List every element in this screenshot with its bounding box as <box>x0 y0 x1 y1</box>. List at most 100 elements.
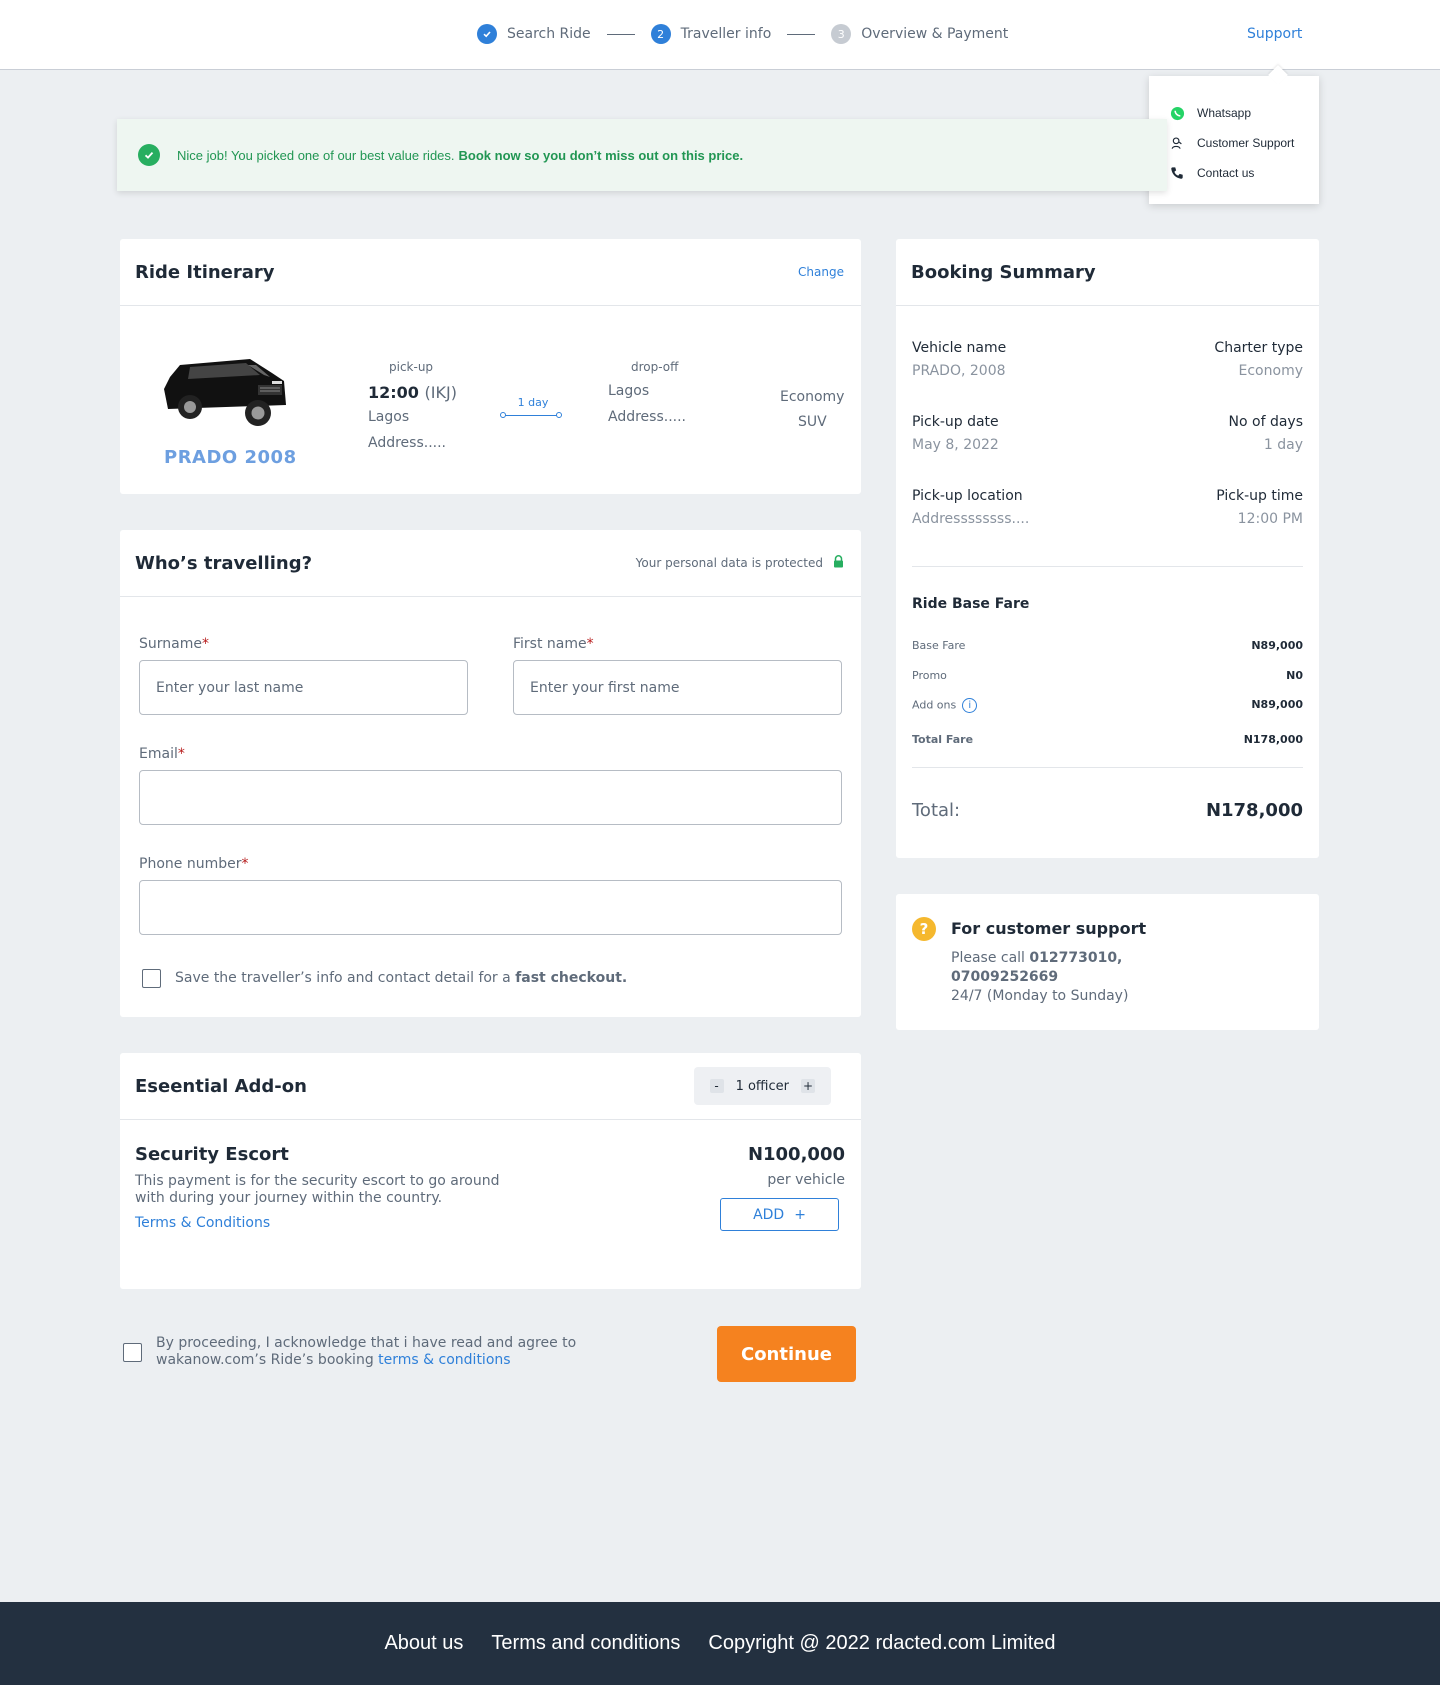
agree-terms-checkbox[interactable] <box>123 1343 142 1362</box>
terms-link[interactable]: terms & conditions <box>378 1352 510 1368</box>
whatsapp-icon <box>1169 105 1185 121</box>
continue-button[interactable]: Continue <box>717 1326 856 1382</box>
surname-label-text: Surname <box>139 636 202 652</box>
addon-terms-link[interactable]: Terms & Conditions <box>135 1215 270 1231</box>
call-prefix: Please call <box>951 950 1025 966</box>
step-overview-payment[interactable]: 3 Overview & Payment <box>831 24 1008 44</box>
fare-title: Ride Base Fare <box>912 596 1030 612</box>
step-traveller-info[interactable]: 2 Traveller info <box>650 24 771 44</box>
add-button-label: ADD <box>753 1206 785 1223</box>
fare-row-base: Base Fare N89,000 <box>912 639 1303 652</box>
vehicle-type: SUV <box>798 414 827 430</box>
required-mark: * <box>241 856 249 872</box>
addon-card: Eseential Add-on - 1 officer + Security … <box>120 1053 861 1289</box>
pickup-city: Lagos <box>368 409 410 425</box>
support-hours: 24/7 (Monday to Sunday) <box>951 988 1129 1004</box>
increment-button[interactable]: + <box>801 1079 815 1093</box>
check-icon <box>477 24 497 44</box>
info-icon[interactable]: i <box>962 698 978 713</box>
card-header: Ride Itinerary Change <box>120 239 861 306</box>
customer-support-card: ? For customer support Please call 01277… <box>896 894 1319 1030</box>
banner-text: Nice job! You picked one of our best val… <box>177 147 455 163</box>
pickup-time-value: 12:00 <box>368 383 419 402</box>
fare-value: N89,000 <box>1251 698 1303 711</box>
footer-terms-link[interactable]: Terms and conditions <box>491 1632 680 1655</box>
support-item-customer-support[interactable]: Customer Support <box>1169 128 1319 158</box>
fare-value: N89,000 <box>1251 639 1303 652</box>
travellers-card: Who’s travelling? Your personal data is … <box>120 530 861 1017</box>
step-search-ride[interactable]: Search Ride <box>477 24 591 44</box>
support-call-line: Please call 012773010, <box>951 949 1122 967</box>
officer-stepper: - 1 officer + <box>693 1067 831 1105</box>
step-label: Search Ride <box>507 26 591 42</box>
summary-key: Charter type <box>1214 340 1303 356</box>
card-title: Eseential Add-on <box>135 1075 307 1097</box>
best-value-banner: Nice job! You picked one of our best val… <box>117 119 1167 191</box>
agreement-label: By proceeding, I acknowledge that i have… <box>156 1335 577 1368</box>
save-info-checkbox[interactable] <box>142 969 161 988</box>
email-label-text: Email <box>139 746 178 762</box>
officer-count: 1 officer <box>735 1078 789 1094</box>
add-addon-button[interactable]: ADD + <box>720 1198 839 1231</box>
vehicle-name: PRADO 2008 <box>164 447 297 468</box>
summary-value: 1 day <box>1263 437 1303 453</box>
summary-value: May 8, 2022 <box>912 437 999 453</box>
support-item-label: Customer Support <box>1197 136 1295 150</box>
fare-label: Add ons <box>912 698 957 712</box>
fare-row-addons: Add ons i N89,000 <box>912 698 1303 713</box>
dropoff-label: drop-off <box>631 360 679 374</box>
step-connector <box>606 33 635 35</box>
charter-class: Economy <box>780 389 845 405</box>
fare-value: N0 <box>1286 669 1303 682</box>
dropoff-address: Address..... <box>608 409 687 425</box>
support-dropdown: Whatsapp Customer Support Contact us <box>1149 76 1319 204</box>
phone-input[interactable] <box>139 880 842 935</box>
summary-left: Vehicle name PRADO, 2008 <box>912 340 1006 379</box>
total-value: N178,000 <box>1205 800 1303 821</box>
phone-label-text: Phone number <box>139 856 242 872</box>
fare-value: N178,000 <box>1243 733 1303 746</box>
summary-key: Vehicle name <box>912 340 1007 356</box>
fare-label: Promo <box>912 669 947 682</box>
dropoff-city: Lagos <box>608 383 650 399</box>
pickup-time: 12:00 (IKJ) <box>368 383 457 402</box>
required-mark: * <box>177 746 185 762</box>
card-title: Booking Summary <box>911 261 1096 283</box>
first-name-input[interactable] <box>513 660 842 715</box>
decrement-button[interactable]: - <box>709 1079 724 1093</box>
footer: About us Terms and conditions Copyright … <box>0 1602 1440 1685</box>
summary-divider <box>912 767 1303 768</box>
summary-value: PRADO, 2008 <box>912 363 1006 379</box>
check-circle-icon <box>138 144 160 166</box>
surname-label: Surname* <box>139 636 209 652</box>
surname-input[interactable] <box>139 660 468 715</box>
headset-icon <box>1169 135 1185 151</box>
footer-about-link[interactable]: About us <box>384 1632 463 1655</box>
summary-divider <box>912 566 1303 567</box>
save-info-bold: fast checkout. <box>515 970 628 986</box>
change-link[interactable]: Change <box>798 265 844 279</box>
agreement-text: By proceeding, I acknowledge that i have… <box>156 1335 676 1369</box>
support-item-whatsapp[interactable]: Whatsapp <box>1169 98 1319 128</box>
support-link[interactable]: Support <box>1247 26 1302 42</box>
banner-bold-text: Book now so you don’t miss out on this p… <box>458 147 744 163</box>
summary-value: Addressssssss.... <box>912 511 1030 527</box>
footer-copyright: Copyright @ 2022 rdacted.com Limited <box>708 1632 1056 1654</box>
card-header: Eseential Add-on - 1 officer + <box>120 1053 861 1120</box>
fare-row-promo: Promo N0 <box>912 669 1303 682</box>
ride-itinerary-card: Ride Itinerary Change PRADO 2008 pick-up… <box>120 239 861 494</box>
support-item-contact-us[interactable]: Contact us <box>1169 158 1319 188</box>
fare-label-wrap: Add ons i <box>912 698 978 713</box>
support-phone-1[interactable]: 012773010, <box>1029 950 1122 966</box>
support-phone-2[interactable]: 07009252669 <box>951 969 1058 985</box>
pickup-label: pick-up <box>389 360 434 374</box>
addon-price: N100,000 <box>747 1144 845 1165</box>
protected-text: Your personal data is protected <box>635 556 823 570</box>
duration-line <box>502 415 560 416</box>
help-icon: ? <box>912 917 936 941</box>
email-input[interactable] <box>139 770 842 825</box>
fare-label: Base Fare <box>912 639 966 652</box>
summary-row-vehicle: Vehicle name PRADO, 2008 Charter type Ec… <box>912 340 1303 379</box>
total-label: Total: <box>912 800 961 821</box>
lock-icon <box>833 555 844 571</box>
